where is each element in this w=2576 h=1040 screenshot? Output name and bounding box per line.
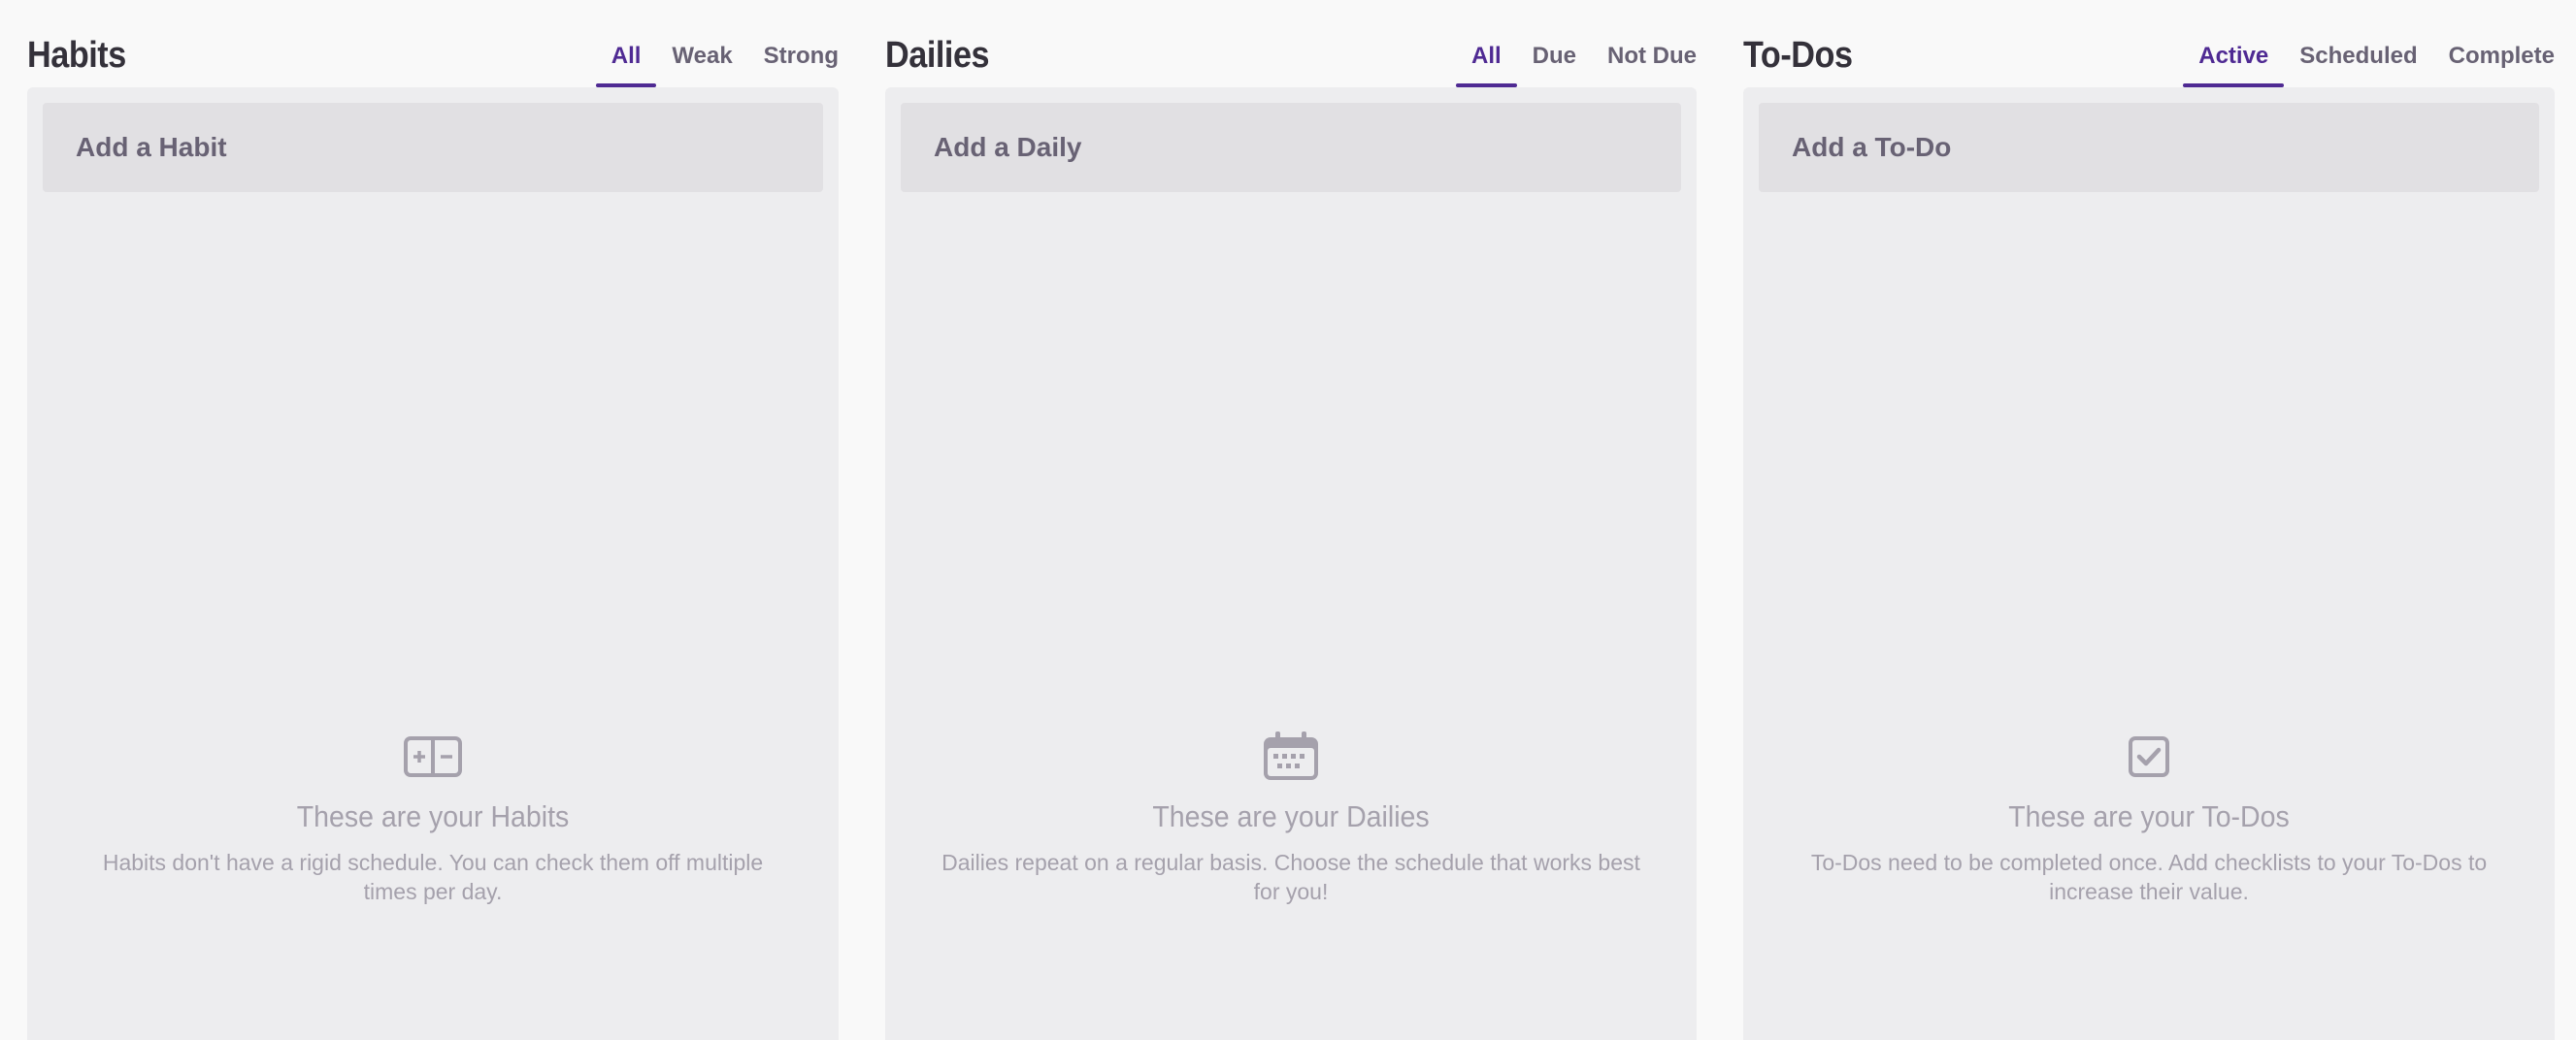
todos-title: To-Dos <box>1743 35 1853 76</box>
tab-habits-all[interactable]: All <box>595 29 657 87</box>
dailies-filter-tabs: All Due Not Due <box>1455 29 1697 87</box>
habits-panel: Add a Habit These are your Habits Habits… <box>27 87 839 1040</box>
habits-column: Habits All Weak Strong Add a Habit These… <box>27 0 839 1040</box>
tab-habits-weak[interactable]: Weak <box>656 29 747 87</box>
todos-filter-tabs: Active Scheduled Complete <box>2183 29 2555 87</box>
add-habit-input[interactable]: Add a Habit <box>43 103 823 192</box>
todos-column: To-Dos Active Scheduled Complete Add a T… <box>1743 0 2555 1040</box>
dailies-empty-state: These are your Dailies Dailies repeat on… <box>885 731 1697 906</box>
habits-filter-tabs: All Weak Strong <box>595 29 839 87</box>
tab-dailies-all[interactable]: All <box>1455 29 1517 87</box>
habit-plus-minus-icon <box>404 736 462 777</box>
dailies-empty-description: Dailies repeat on a regular basis. Choos… <box>941 850 1640 904</box>
tab-habits-strong[interactable]: Strong <box>748 29 839 87</box>
tab-todos-active[interactable]: Active <box>2183 29 2285 87</box>
tab-todos-complete[interactable]: Complete <box>2433 29 2555 87</box>
checkbox-icon <box>2129 736 2169 777</box>
todos-header: To-Dos Active Scheduled Complete <box>1743 0 2555 87</box>
habits-title: Habits <box>27 35 126 76</box>
habits-empty-description: Habits don't have a rigid schedule. You … <box>102 850 764 904</box>
tab-todos-scheduled[interactable]: Scheduled <box>2284 29 2432 87</box>
todos-panel: Add a To-Do These are your To-Dos To-Dos… <box>1743 87 2555 1040</box>
add-todo-input[interactable]: Add a To-Do <box>1759 103 2539 192</box>
calendar-icon <box>1264 731 1318 780</box>
add-daily-input[interactable]: Add a Daily <box>901 103 1681 192</box>
todos-empty-description: To-Dos need to be completed once. Add ch… <box>1810 850 2488 904</box>
todos-empty-title: These are your To-Dos <box>2008 799 2290 833</box>
dailies-panel: Add a Daily These are your Dailies Daili… <box>885 87 1697 1040</box>
dailies-title: Dailies <box>885 35 990 76</box>
dailies-column: Dailies All Due Not Due Add a Daily Thes… <box>885 0 1697 1040</box>
dailies-header: Dailies All Due Not Due <box>885 0 1697 87</box>
habits-empty-title: These are your Habits <box>296 799 570 833</box>
todos-empty-state: These are your To-Dos To-Dos need to be … <box>1743 731 2555 906</box>
habits-empty-state: These are your Habits Habits don't have … <box>27 731 839 906</box>
tab-dailies-due[interactable]: Due <box>1517 29 1592 87</box>
habits-header: Habits All Weak Strong <box>27 0 839 87</box>
tab-dailies-not-due[interactable]: Not Due <box>1592 29 1697 87</box>
dailies-empty-title: These are your Dailies <box>1152 799 1430 833</box>
